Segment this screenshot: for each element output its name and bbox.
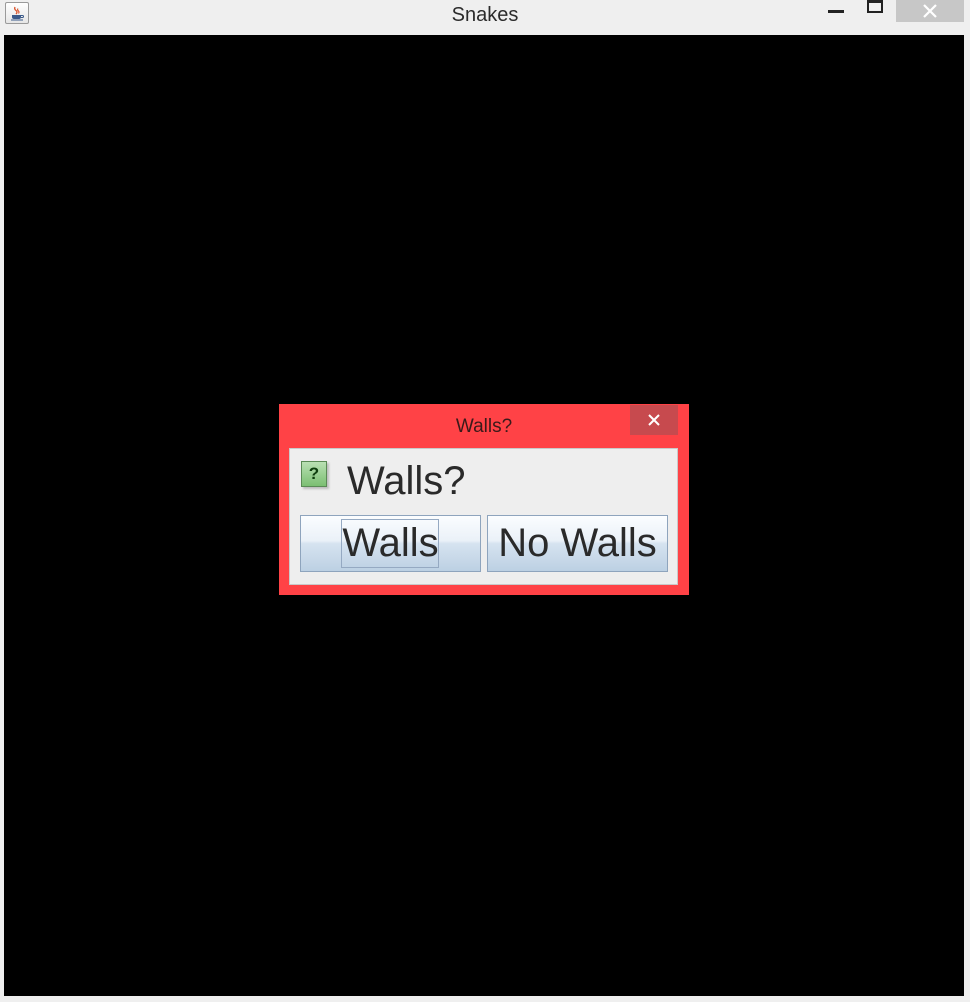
dialog-message: Walls? <box>347 459 466 503</box>
walls-button[interactable]: Walls <box>300 515 481 572</box>
close-button[interactable] <box>896 0 964 22</box>
minimize-icon <box>828 10 844 13</box>
dialog-close-button[interactable] <box>630 405 678 435</box>
maximize-icon <box>867 0 883 13</box>
no-walls-button[interactable]: No Walls <box>487 515 668 572</box>
title-bar[interactable]: Snakes <box>0 0 970 34</box>
close-icon <box>923 4 937 18</box>
dialog-title: Walls? <box>455 416 513 437</box>
app-window: Snakes Walls? ? Walls? Walls No Walls <box>0 0 970 1002</box>
question-icon: ? <box>301 461 327 487</box>
walls-dialog: Walls? ? Walls? Walls No Walls <box>279 404 689 595</box>
maximize-button[interactable] <box>860 0 892 22</box>
dialog-content: ? Walls? Walls No Walls <box>289 448 678 585</box>
no-walls-button-label: No Walls <box>498 521 657 565</box>
minimize-button[interactable] <box>820 0 854 22</box>
walls-button-label: Walls <box>342 521 439 565</box>
close-icon <box>648 414 660 426</box>
